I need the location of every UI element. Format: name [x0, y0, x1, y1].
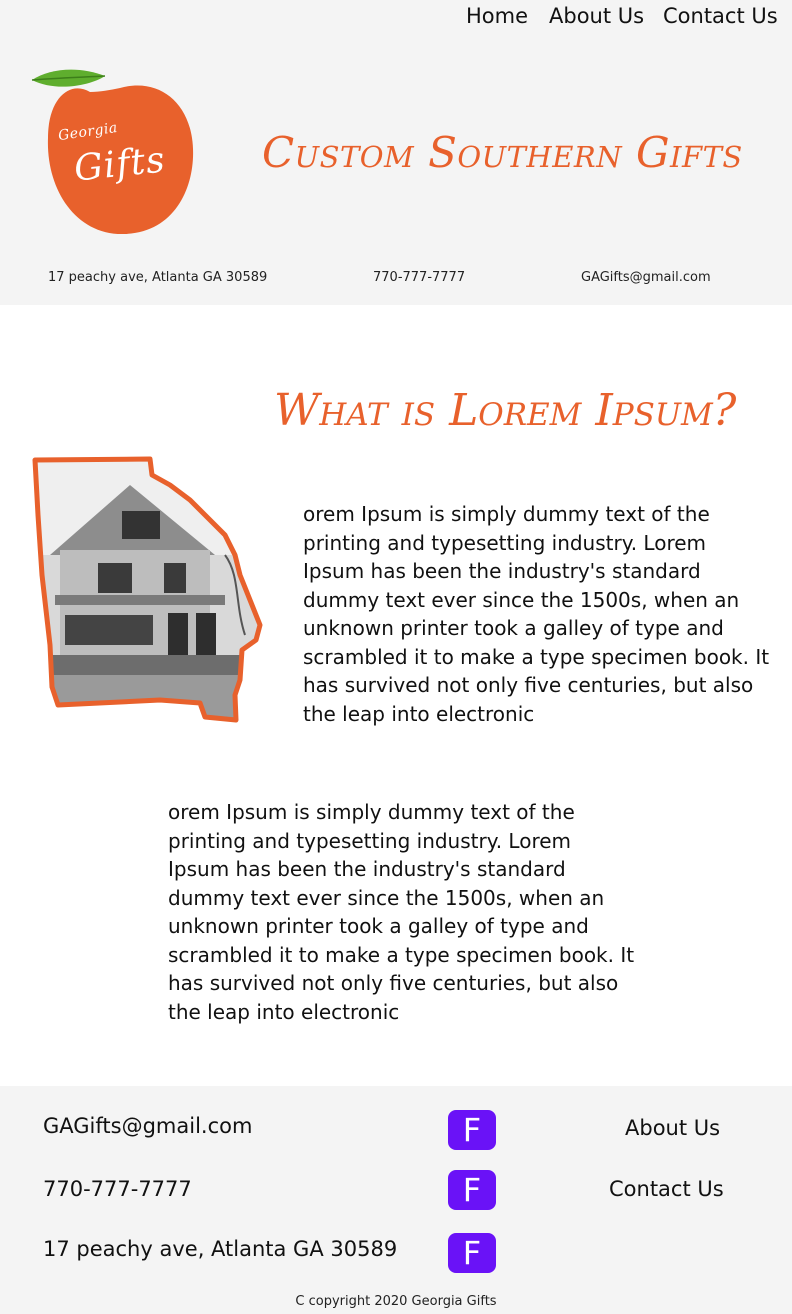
nav-home-link[interactable]: Home	[466, 4, 528, 28]
footer-phone: 770-777-7777	[43, 1177, 192, 1201]
header-phone: 770-777-7777	[373, 270, 466, 285]
facebook-icon[interactable]: F	[448, 1110, 496, 1150]
second-paragraph: orem Ipsum is simply dummy text of the p…	[168, 800, 635, 1024]
copyright-text: C copyright 2020 Georgia Gifts	[295, 1294, 497, 1309]
house-photo-graphic	[32, 456, 263, 723]
peach-logo-icon[interactable]: Georgia Gifts	[30, 68, 200, 238]
section-heading: What is Lorem Ipsum?	[274, 385, 737, 436]
footer-address: 17 peachy ave, Atlanta GA 30589	[43, 1237, 398, 1261]
georgia-house-image	[30, 455, 266, 730]
intro-paragraph: orem Ipsum is simply dummy text of the p…	[303, 502, 770, 726]
footer-email: GAGifts@gmail.com	[43, 1114, 253, 1138]
footer-about-link[interactable]: About Us	[625, 1116, 720, 1140]
facebook-icon[interactable]: F	[448, 1233, 496, 1273]
page: Home About Us Contact Us Georgia Gifts C…	[0, 0, 792, 1314]
nav-about-link[interactable]: About Us	[549, 4, 644, 28]
header-email: GAGifts@gmail.com	[581, 270, 711, 285]
header-address: 17 peachy ave, Atlanta GA 30589	[48, 270, 268, 285]
facebook-icon[interactable]: F	[448, 1170, 496, 1210]
site-title: Custom Southern Gifts	[262, 128, 743, 177]
nav-contact-link[interactable]: Contact Us	[663, 4, 778, 28]
footer-contact-link[interactable]: Contact Us	[609, 1177, 724, 1201]
